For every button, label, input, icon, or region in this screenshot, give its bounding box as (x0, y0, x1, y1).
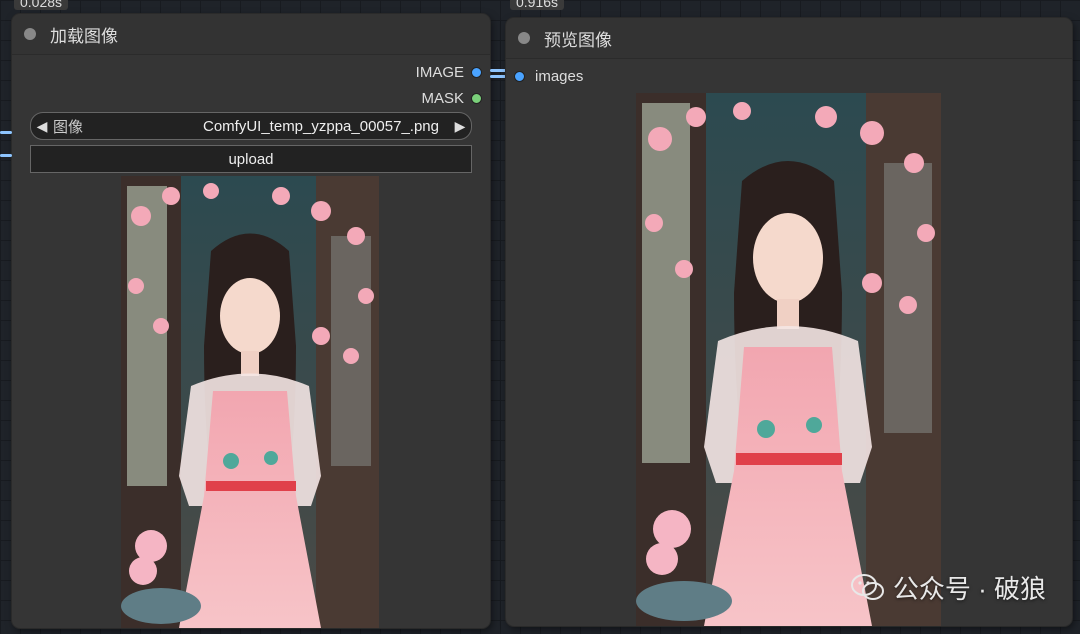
combo-right-arrow-icon[interactable]: ▶ (449, 118, 471, 135)
output-mask[interactable]: MASK (421, 90, 482, 107)
image-link-wire-b (490, 75, 506, 78)
upload-button[interactable]: upload (30, 145, 472, 173)
portrait-illustration (636, 93, 941, 626)
image-output-slot-icon[interactable] (471, 67, 482, 78)
output-mask-label: MASK (421, 90, 464, 107)
loaded-image-preview (121, 176, 379, 628)
mask-output-slot-icon[interactable] (471, 93, 482, 104)
portrait-illustration (121, 176, 379, 628)
wechat-icon (850, 573, 884, 600)
input-images-label: images (535, 68, 584, 85)
incoming-link-2 (0, 154, 12, 157)
left-timer: 0.028s (14, 0, 69, 10)
image-select-combo[interactable]: ◀ 图像 ComfyUI_temp_yzppa_00057_.png ▶ (30, 112, 472, 140)
combo-left-arrow-icon[interactable]: ◀ (31, 118, 53, 135)
incoming-link-1 (0, 131, 12, 134)
combo-label: 图像 (53, 118, 84, 136)
preview-node-title: 预览图像 (544, 30, 612, 50)
combo-value: ComfyUI_temp_yzppa_00057_.png (203, 117, 439, 135)
output-image-label: IMAGE (415, 64, 464, 81)
load-node-title: 加载图像 (50, 26, 118, 46)
right-timer: 0.916s (510, 0, 565, 10)
input-images[interactable]: images (514, 68, 583, 85)
image-link-wire-a (490, 69, 506, 72)
collapse-dot-icon[interactable] (518, 32, 530, 44)
output-image[interactable]: IMAGE (416, 64, 482, 81)
images-input-slot-icon[interactable] (514, 71, 525, 82)
load-image-node[interactable]: 加载图像 IMAGE MASK ◀ 图像 ComfyUI_temp_yzppa_… (12, 14, 490, 628)
preview-image-node[interactable]: 预览图像 images (506, 18, 1072, 626)
watermark-text: 公众号 · 破狼 (892, 574, 1046, 604)
watermark: 公众号 · 破狼 (850, 569, 1046, 606)
preview-image (636, 93, 941, 626)
preview-node-header[interactable]: 预览图像 (506, 18, 1072, 59)
load-node-header[interactable]: 加载图像 (12, 14, 490, 55)
collapse-dot-icon[interactable] (24, 28, 36, 40)
